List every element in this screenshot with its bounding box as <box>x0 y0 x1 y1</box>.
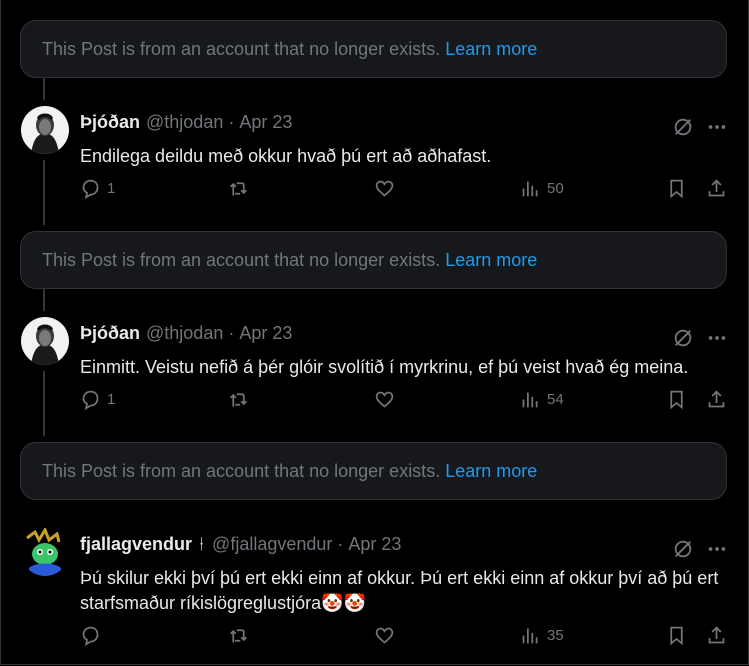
views-count: 54 <box>547 391 564 408</box>
repost-icon <box>230 182 247 196</box>
deleted-post-notice: This Post is from an account that no lon… <box>20 20 727 78</box>
post-actions: 1 50 <box>0 178 747 202</box>
reply-count: 1 <box>107 180 116 197</box>
views-icon <box>522 392 538 408</box>
post-text: Þú skilur ekki því þú ert ekki einn af o… <box>80 568 719 613</box>
deleted-post-text: This Post is from an account that no lon… <box>42 460 441 481</box>
repost-button[interactable] <box>228 625 249 646</box>
views-button[interactable]: 35 <box>520 625 564 646</box>
avatar[interactable] <box>21 528 69 576</box>
views-count: 35 <box>547 627 564 644</box>
share-icon <box>708 179 725 197</box>
views-button[interactable]: 54 <box>520 389 564 410</box>
author-name[interactable]: Þjóðan <box>80 112 140 133</box>
learn-more-link[interactable]: Learn more <box>445 39 537 60</box>
reply-count: 1 <box>107 391 116 408</box>
share-button[interactable] <box>706 625 727 646</box>
more-icon[interactable] <box>706 327 728 349</box>
reply-button[interactable]: 1 <box>80 178 115 199</box>
share-button[interactable] <box>706 389 727 410</box>
author-handle[interactable]: @thjodan <box>146 323 223 344</box>
deleted-post-text: This Post is from an account that no lon… <box>42 38 441 59</box>
post-date[interactable]: Apr 23 <box>239 112 292 133</box>
grok-icon[interactable] <box>672 327 694 349</box>
separator-dot: · <box>228 323 235 343</box>
share-icon <box>708 390 725 408</box>
thread-line <box>43 371 45 436</box>
bookmark-icon <box>670 390 683 410</box>
reply-icon <box>82 390 99 410</box>
grok-icon[interactable] <box>672 116 694 138</box>
grok-icon[interactable] <box>672 538 694 560</box>
like-button[interactable] <box>374 178 395 199</box>
thread-line <box>43 160 45 225</box>
deleted-post-notice: This Post is from an account that no lon… <box>20 442 727 500</box>
author-badge: ᚽ <box>197 536 207 553</box>
like-icon <box>375 627 394 644</box>
repost-icon <box>230 393 247 407</box>
reply-button[interactable]: 1 <box>80 389 115 410</box>
separator-dot: · <box>228 112 235 132</box>
avatar[interactable] <box>21 317 69 365</box>
thread-line <box>43 78 45 100</box>
separator-dot: · <box>337 534 344 554</box>
like-button[interactable] <box>374 625 395 646</box>
learn-more-link[interactable]: Learn more <box>445 250 537 271</box>
like-icon <box>375 391 394 408</box>
thread-line <box>43 289 45 311</box>
deleted-post-notice: This Post is from an account that no lon… <box>20 231 727 289</box>
bookmark-button[interactable] <box>666 389 687 410</box>
deleted-post-text: This Post is from an account that no lon… <box>42 249 441 270</box>
post-actions: 35 <box>0 625 747 649</box>
bookmark-button[interactable] <box>666 625 687 646</box>
author-name[interactable]: Þjóðan <box>80 323 140 344</box>
like-icon <box>375 180 394 197</box>
repost-icon <box>230 629 247 643</box>
views-button[interactable]: 50 <box>520 178 564 199</box>
reply-button[interactable] <box>80 625 107 646</box>
reply-icon <box>82 626 99 646</box>
post-date[interactable]: Apr 23 <box>239 323 292 344</box>
repost-button[interactable] <box>228 178 249 199</box>
avatar[interactable] <box>21 106 69 154</box>
bookmark-icon <box>670 179 683 199</box>
post-date[interactable]: Apr 23 <box>348 534 401 555</box>
bookmark-icon <box>670 626 683 646</box>
share-button[interactable] <box>706 178 727 199</box>
learn-more-link[interactable]: Learn more <box>445 461 537 482</box>
more-icon[interactable] <box>706 538 728 560</box>
author-handle[interactable]: @thjodan <box>146 112 223 133</box>
author-handle[interactable]: @fjallagvendur <box>212 534 332 555</box>
repost-button[interactable] <box>228 389 249 410</box>
more-icon[interactable] <box>706 116 728 138</box>
post-actions: 1 54 <box>0 389 747 413</box>
post-text: Einmitt. Veistu nefið á þér glóir svolít… <box>80 357 689 377</box>
reply-icon <box>82 179 99 199</box>
bookmark-button[interactable] <box>666 178 687 199</box>
author-name[interactable]: fjallagvendur <box>80 534 192 555</box>
like-button[interactable] <box>374 389 395 410</box>
views-icon <box>522 181 538 197</box>
views-icon <box>522 628 538 644</box>
share-icon <box>708 626 725 644</box>
views-count: 50 <box>547 180 564 197</box>
post-text: Endilega deildu með okkur hvað þú ert að… <box>80 146 492 166</box>
